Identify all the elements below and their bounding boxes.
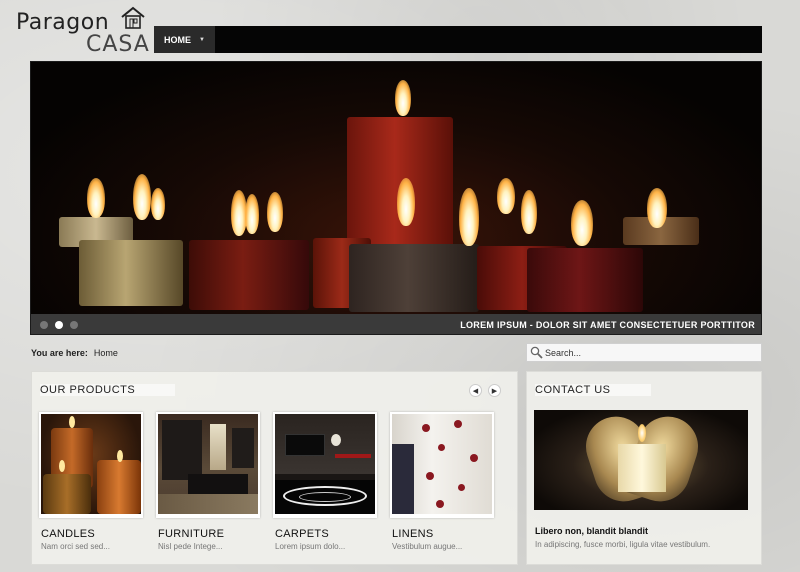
product-name[interactable]: CANDLES — [41, 528, 143, 540]
product-description: Vestibulum augue... — [392, 542, 463, 551]
house-icon — [121, 6, 145, 29]
product-name[interactable]: FURNITURE — [158, 528, 260, 540]
caret-down-icon: ▼ — [199, 36, 205, 43]
contact-heading: Libero non, blandit blandit — [535, 526, 648, 536]
product-name[interactable]: LINENS — [392, 528, 494, 540]
product-image-carpets[interactable] — [275, 414, 375, 514]
search-input[interactable] — [545, 346, 755, 359]
product-description: Lorem ipsum dolo... — [275, 542, 346, 551]
product-carpets[interactable]: CARPETS Lorem ipsum dolo... — [273, 412, 377, 551]
slider-caption: LOREM IPSUM - DOLOR SIT AMET CONSECTETUE… — [460, 320, 755, 330]
contact-text: In adipiscing, fusce morbi, ligula vitae… — [535, 540, 711, 549]
search-icon[interactable] — [530, 346, 543, 359]
product-name[interactable]: CARPETS — [275, 528, 377, 540]
contact-image-heart-candle[interactable] — [534, 410, 748, 510]
chevron-right-icon[interactable]: ▶ — [488, 384, 501, 397]
product-image-furniture[interactable] — [158, 414, 258, 514]
slider-dot-1[interactable] — [40, 321, 48, 329]
product-furniture[interactable]: FURNITURE Nisl pede Intege... — [156, 412, 260, 551]
product-candles[interactable]: CANDLES Nam orci sed sed... — [39, 412, 143, 551]
site-logo[interactable]: Paragon CASA — [16, 6, 150, 57]
slide-image-candles — [31, 62, 761, 314]
contact-panel: CONTACT US Libero non, blandit blandit I… — [526, 371, 762, 565]
product-linens[interactable]: LINENS Vestibulum augue... — [390, 412, 494, 551]
slider-caption-bar: LOREM IPSUM - DOLOR SIT AMET CONSECTETUE… — [31, 314, 761, 334]
image-slider[interactable]: LOREM IPSUM - DOLOR SIT AMET CONSECTETUE… — [30, 61, 762, 335]
breadcrumb: You are here: Home — [31, 348, 118, 358]
slider-dot-3[interactable] — [70, 321, 78, 329]
product-image-linens[interactable] — [392, 414, 492, 514]
logo-word-casa: CASA — [86, 32, 150, 57]
search-box — [526, 343, 762, 362]
breadcrumb-label: You are here: — [31, 348, 88, 358]
product-description: Nisl pede Intege... — [158, 542, 223, 551]
main-navbar: HOME ▼ — [154, 26, 762, 53]
product-description: Nam orci sed sed... — [41, 542, 110, 551]
chevron-left-icon[interactable]: ◀ — [469, 384, 482, 397]
nav-item-home[interactable]: HOME ▼ — [154, 26, 215, 53]
products-panel: OUR PRODUCTS ◀ ▶ CANDLES Nam orci sed se… — [31, 371, 518, 565]
product-image-candles[interactable] — [41, 414, 141, 514]
products-title: OUR PRODUCTS — [40, 384, 176, 396]
nav-item-home-label: HOME — [164, 34, 192, 45]
contact-title: CONTACT US — [535, 384, 651, 396]
breadcrumb-home-link[interactable]: Home — [94, 348, 118, 358]
slider-dot-2[interactable] — [55, 321, 63, 329]
